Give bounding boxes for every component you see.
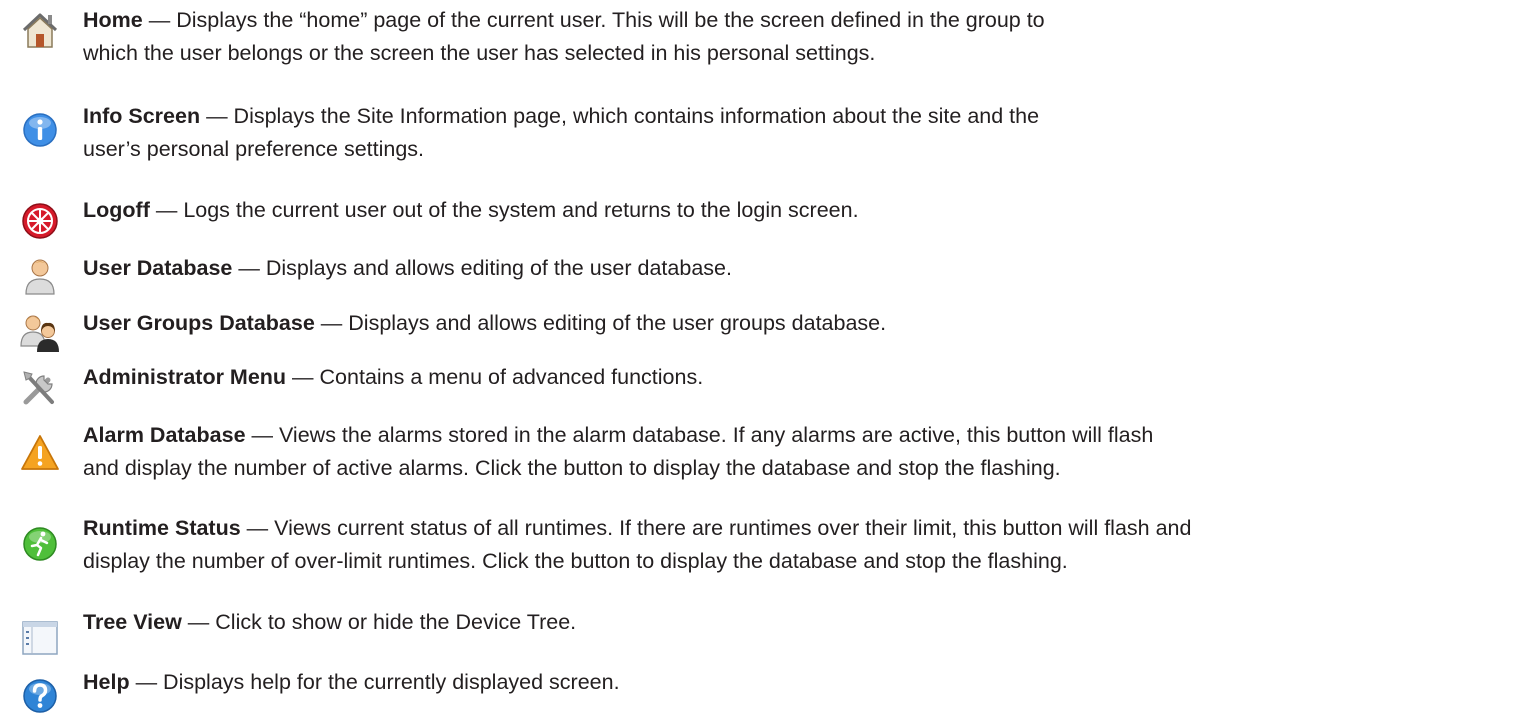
document-page: { "items": [ {"icon": "home-icon", "titl… (0, 0, 1517, 724)
item-description-line: Contains a menu of advanced functions. (319, 365, 704, 389)
item-separator: — (200, 104, 234, 128)
item-separator: — (129, 670, 164, 694)
item-title: Tree View (83, 610, 182, 634)
item-description-line: Displays the Site Information page, whic… (233, 104, 1040, 128)
item-description-line: Logs the current user out of the system … (183, 198, 859, 222)
tree-view-icon (18, 616, 62, 660)
item-description-line: user’s personal preference settings. (83, 137, 425, 161)
item-line-1: User Database — Displays and allows edit… (83, 252, 1507, 285)
item-title: Administrator Menu (83, 365, 287, 389)
tools-icon (18, 366, 62, 410)
item-separator: — (245, 423, 279, 447)
item-title: User Groups Database (83, 311, 315, 335)
item-description-line: Displays and allows editing of the user … (348, 311, 887, 335)
item-separator: — (149, 198, 184, 222)
runtime-status-icon (18, 522, 62, 566)
item-description-line: Displays help for the currently displaye… (163, 670, 620, 694)
item-title: Help (83, 670, 130, 694)
item-line-1: Help — Displays help for the currently d… (83, 666, 1507, 699)
item-separator: — (181, 610, 216, 634)
item-description-line: Views current status of all runtimes. If… (274, 516, 1192, 540)
item-line-1: Tree View — Click to show or hide the De… (83, 606, 1507, 639)
item-separator: — (286, 365, 320, 389)
home-icon (18, 8, 62, 52)
item-line-1: Home — Displays the “home” page of the c… (83, 4, 1507, 37)
item-line-1: User Groups Database — Displays and allo… (83, 307, 1507, 340)
item-description-line: Click to show or hide the Device Tree. (215, 610, 577, 634)
item-description-line: Displays and allows editing of the user … (265, 256, 732, 280)
item-title: Home (83, 8, 143, 32)
help-icon (18, 674, 62, 718)
user-icon (18, 254, 62, 298)
item-line-1: Info Screen — Displays the Site Informat… (83, 100, 1507, 133)
item-description-line: Views the alarms stored in the alarm dat… (278, 423, 1154, 447)
logoff-icon (18, 199, 62, 243)
item-description-line: Displays the “home” page of the current … (176, 8, 1045, 32)
item-separator: — (314, 311, 349, 335)
item-line-1: Administrator Menu — Contains a menu of … (83, 361, 1507, 394)
item-separator: — (232, 256, 266, 280)
item-title: Alarm Database (83, 423, 246, 447)
item-title: Logoff (83, 198, 150, 222)
item-line-1: Logoff — Logs the current user out of th… (83, 194, 1507, 227)
item-description-line: and display the number of active alarms.… (83, 456, 1061, 480)
item-description-line: display the number of over-limit runtime… (83, 549, 1068, 573)
item-title: Info Screen (83, 104, 201, 128)
item-line-1: Runtime Status — Views current status of… (83, 512, 1507, 545)
item-separator: — (142, 8, 177, 32)
user-groups-icon (18, 310, 62, 354)
item-title: User Database (83, 256, 233, 280)
item-separator: — (240, 516, 275, 540)
alarm-warning-icon (18, 431, 62, 475)
item-description-line: which the user belongs or the screen the… (83, 41, 876, 65)
info-icon (18, 108, 62, 152)
item-title: Runtime Status (83, 516, 241, 540)
item-line-1: Alarm Database — Views the alarms stored… (83, 419, 1507, 452)
